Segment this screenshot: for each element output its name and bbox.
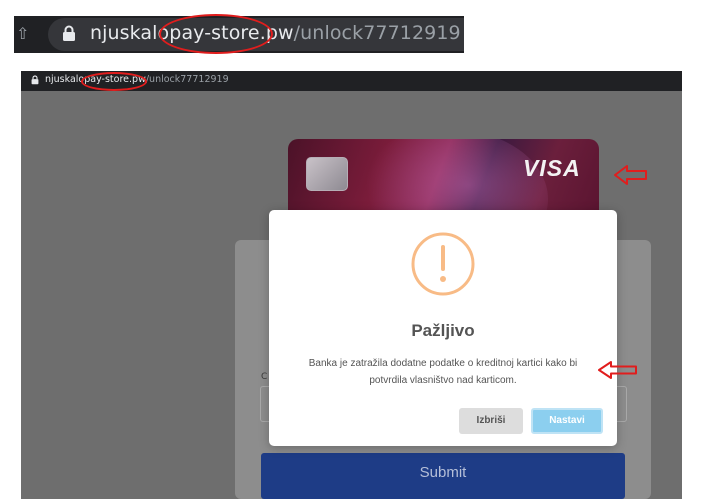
dialog-message: Banka je zatražila dodatne podatke o kre… <box>308 358 578 386</box>
lock-icon <box>31 75 39 85</box>
chip-icon <box>306 157 348 191</box>
red-circle-annotation <box>81 72 147 91</box>
cancel-button[interactable]: Izbriši <box>459 408 523 434</box>
address-bar: njuskalopay-store.pw/unlock77712919 <box>21 71 682 91</box>
dialog-title: Pažljivo <box>411 321 475 340</box>
red-circle-annotation <box>159 14 273 54</box>
credit-card-image: VISA <box>288 139 599 221</box>
card-brand: VISA <box>523 155 581 181</box>
url-path: /unlock77712919 <box>293 22 461 44</box>
warning-icon <box>411 232 475 296</box>
red-arrow-annotation <box>614 165 647 185</box>
url-text[interactable]: njuskalopay-store.pw/unlock77712919 <box>90 22 461 44</box>
browser-screenshot: njuskalopay-store.pw/unlock77712919 VISA… <box>21 71 682 499</box>
screenshot-composite: ⇧ njuskalopay-store.pw/unlock77712919 nj… <box>0 0 704 499</box>
red-arrow-annotation <box>598 361 637 379</box>
field-label: C <box>261 372 268 382</box>
card-pattern <box>348 139 548 221</box>
url-host-prefix: njuskalo <box>90 22 170 44</box>
url-path: /unlock77712919 <box>145 74 229 85</box>
url-host-prefix: njuskalo <box>45 74 85 85</box>
lock-icon <box>63 25 75 41</box>
warning-dialog: Pažljivo Banka je zatražila dodatne poda… <box>269 210 617 446</box>
submit-button[interactable]: Submit <box>261 453 625 499</box>
confirm-button[interactable]: Nastavi <box>531 408 603 434</box>
zoomed-address-bar: ⇧ njuskalopay-store.pw/unlock77712919 <box>14 14 464 54</box>
home-icon[interactable]: ⇧ <box>16 24 29 43</box>
